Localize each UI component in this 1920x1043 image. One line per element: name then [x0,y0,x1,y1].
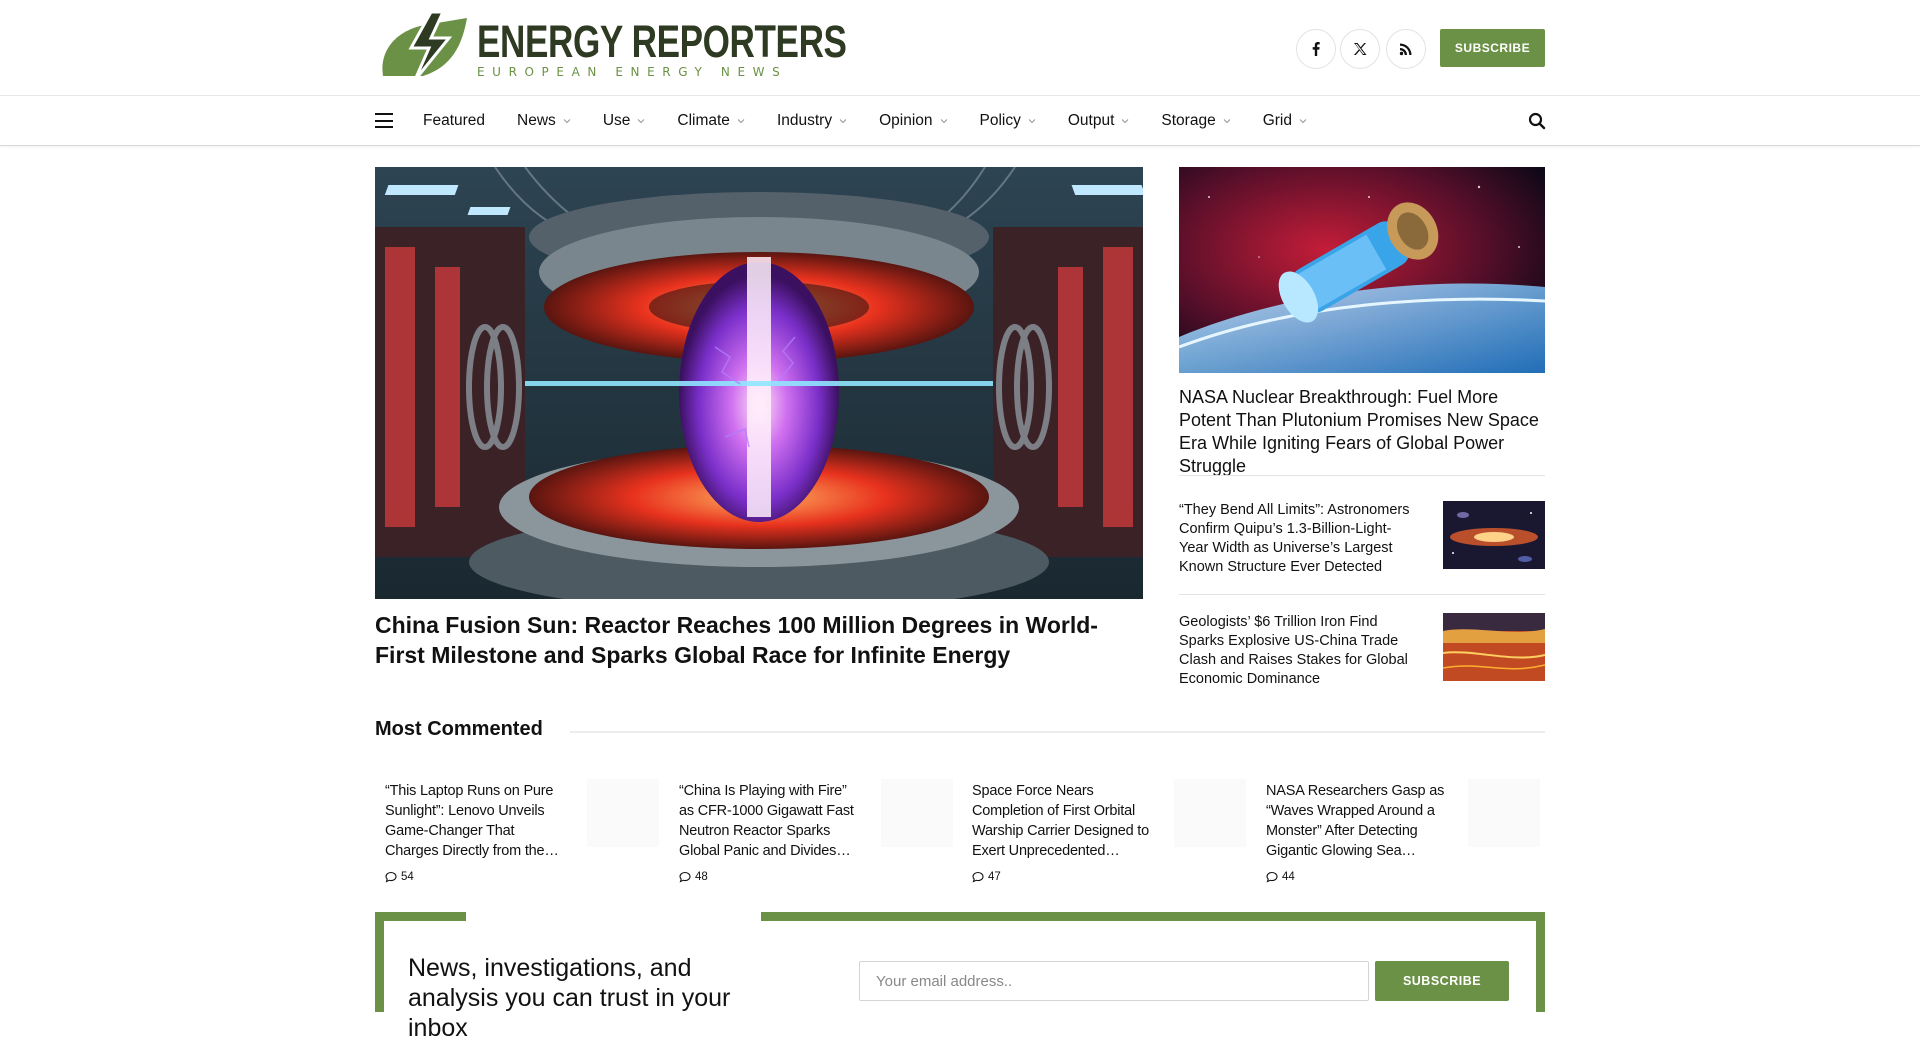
sidebar-feature-image[interactable] [1179,167,1545,373]
frame-top-bar [375,912,466,921]
most-commented-item[interactable]: NASA Researchers Gasp as “Waves Wrapped … [1256,779,1546,889]
comment-bubble-icon [1266,871,1278,883]
most-commented-headline[interactable]: “This Laptop Runs on Pure Sunlight”: Len… [385,781,570,861]
sidebar-story-thumbnail[interactable] [1443,501,1545,569]
newsletter-heading: News, investigations, and analysis you c… [408,954,731,1042]
nav-item-label: Grid [1262,112,1292,129]
nav-item-label: Storage [1161,112,1216,129]
chevron-down-icon [563,119,571,124]
most-commented-headline[interactable]: Space Force Nears Completion of First Or… [972,781,1157,861]
lightning-leaf-logo-icon [382,10,467,81]
nav-item-label: Policy [979,112,1021,129]
nav-items: Featured News Use Climate Industry Opinion Pol… [423,96,1339,146]
most-commented-item[interactable]: “This Laptop Runs on Pure Sunlight”: Len… [375,779,665,889]
most-commented-heading: Most Commented [375,718,543,740]
sidebar-story-headline[interactable]: Geologists’ $6 Trillion Iron Find Sparks… [1179,613,1419,689]
newsletter-email-input[interactable] [859,961,1369,1001]
site-header: ENERGY REPORTERS EUROPEAN ENERGY NEWS SU… [0,0,1920,96]
most-commented-headline[interactable]: “China Is Playing with Fire” as CFR-1000… [679,781,864,861]
space-probe-illustration [1179,167,1545,373]
galaxy-thumbnail-illustration [1443,501,1545,569]
comment-count[interactable]: 47 [972,871,1001,883]
comment-bubble-icon [385,871,397,883]
sidebar-divider [1179,594,1545,595]
chevron-down-icon [638,119,645,124]
nav-item-label: Featured [423,112,486,129]
chevron-down-icon [737,119,745,124]
x-twitter-link[interactable] [1340,29,1380,69]
chevron-down-icon [1223,119,1231,124]
rss-icon [1399,43,1412,56]
facebook-icon [1312,42,1320,56]
nav-item-use[interactable]: Use [603,112,646,130]
most-commented-thumbnail[interactable] [587,779,659,847]
nav-item-storage[interactable]: Storage [1161,112,1231,130]
sidebar-story[interactable]: “They Bend All Limits”: Astronomers Conf… [1179,501,1545,581]
brand-title: ENERGY REPORTERS [477,16,847,67]
most-commented-thumbnail[interactable] [881,779,953,847]
nav-item-industry[interactable]: Industry [777,112,847,130]
brand-subtitle: EUROPEAN ENERGY NEWS [477,65,788,79]
comment-count-value: 48 [695,871,708,883]
nav-item-news[interactable]: News [517,112,571,130]
sidebar-feature-headline[interactable]: NASA Nuclear Breakthrough: Fuel More Pot… [1179,386,1545,478]
chevron-down-icon [940,119,947,124]
nav-item-label: Climate [677,112,730,129]
chevron-down-icon [1122,119,1129,124]
comment-count[interactable]: 54 [385,871,414,883]
chevron-down-icon [839,119,847,124]
sidebar-story-headline[interactable]: “They Bend All Limits”: Astronomers Conf… [1179,501,1419,577]
comment-count[interactable]: 48 [679,871,708,883]
menu-hamburger-icon[interactable] [375,113,393,128]
hero-image[interactable] [375,167,1143,599]
rss-link[interactable] [1386,29,1426,69]
most-commented-thumbnail[interactable] [1174,779,1246,847]
section-divider-line [570,731,1545,733]
sidebar-story[interactable]: Geologists’ $6 Trillion Iron Find Sparks… [1179,613,1545,693]
comment-bubble-icon [679,871,691,883]
comment-count[interactable]: 44 [1266,871,1295,883]
search-icon[interactable] [1528,112,1546,130]
comment-count-value: 47 [988,871,1001,883]
nav-item-label: Opinion [879,112,933,129]
nav-item-label: Industry [776,112,833,129]
frame-top-bar [761,912,1545,921]
main-nav: Featured News Use Climate Industry Opinion Pol… [0,96,1920,146]
nav-item-output[interactable]: Output [1068,112,1130,130]
nav-item-label: Output [1067,112,1115,129]
chevron-down-icon [1299,119,1307,124]
nav-item-label: News [517,112,556,129]
chevron-down-icon [1028,119,1036,124]
frame-left-bar [375,912,384,1012]
comment-count-value: 44 [1282,871,1295,883]
nav-item-climate[interactable]: Climate [677,112,745,130]
comment-count-value: 54 [401,871,414,883]
sidebar-divider [1179,475,1545,476]
iron-mine-thumbnail-illustration [1443,613,1545,681]
newsletter-subscribe-button[interactable]: SUBSCRIBE [1375,961,1509,1001]
nav-item-grid[interactable]: Grid [1263,112,1307,130]
sidebar-story-thumbnail[interactable] [1443,613,1545,681]
most-commented-headline[interactable]: NASA Researchers Gasp as “Waves Wrapped … [1266,781,1451,861]
facebook-link[interactable] [1296,29,1336,69]
most-commented-thumbnail[interactable] [1468,779,1540,847]
most-commented-item[interactable]: “China Is Playing with Fire” as CFR-1000… [669,779,959,889]
nav-item-opinion[interactable]: Opinion [879,112,947,130]
subscribe-button[interactable]: SUBSCRIBE [1440,29,1545,67]
frame-right-bar [1536,912,1545,1012]
nav-item-policy[interactable]: Policy [980,112,1036,130]
comment-bubble-icon [972,871,984,883]
x-twitter-icon [1354,43,1367,55]
fusion-reactor-illustration [375,167,1143,599]
most-commented-item[interactable]: Space Force Nears Completion of First Or… [962,779,1252,889]
hero-headline[interactable]: China Fusion Sun: Reactor Reaches 100 Mi… [375,610,1143,670]
site-logo[interactable]: ENERGY REPORTERS EUROPEAN ENERGY NEWS [375,10,847,82]
nav-item-label: Use [602,112,631,129]
nav-item-featured[interactable]: Featured [423,112,485,130]
